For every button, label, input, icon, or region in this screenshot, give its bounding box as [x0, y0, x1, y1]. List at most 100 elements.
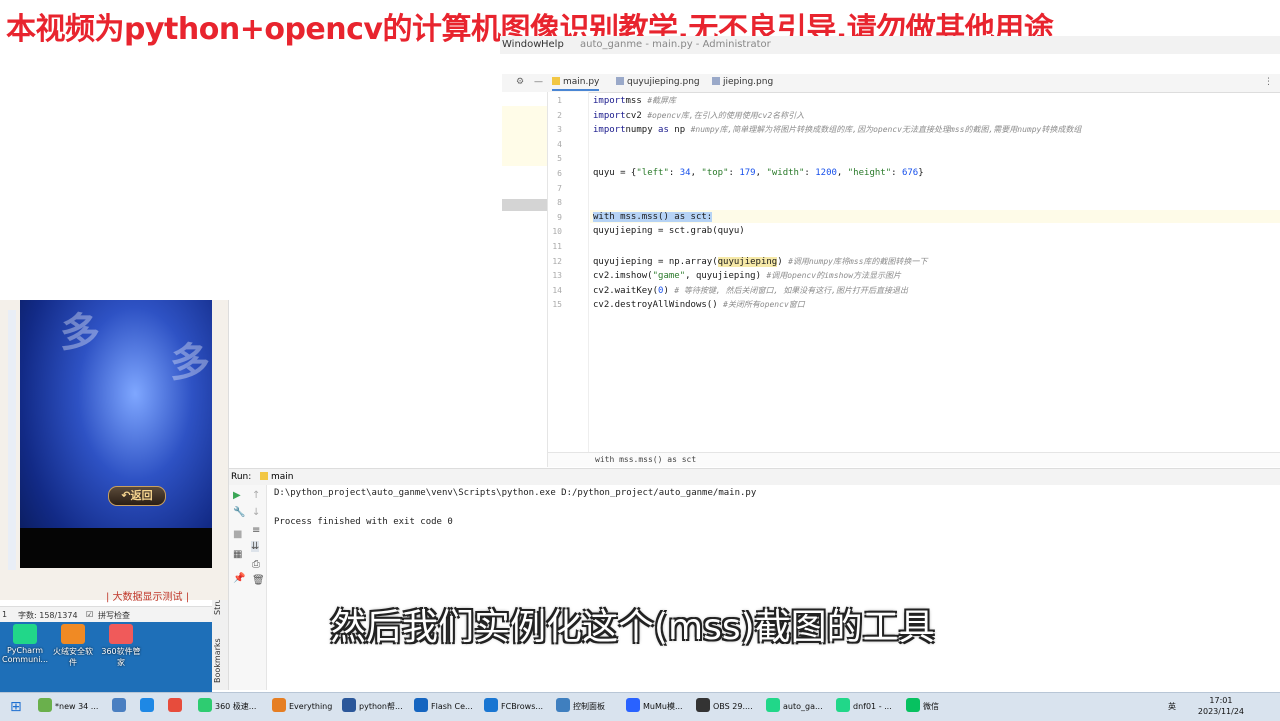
- wrench-icon[interactable]: 🔧: [233, 507, 245, 518]
- scroll-end-icon[interactable]: ⇊: [251, 541, 260, 552]
- run-console[interactable]: [228, 485, 1280, 690]
- menu-window[interactable]: Window: [502, 39, 541, 50]
- windows-start-icon[interactable]: ⊞: [10, 697, 22, 717]
- ide-menubar: Window Help auto_ganme - main.py - Admin…: [500, 36, 1280, 54]
- line-number: 2: [557, 110, 562, 120]
- code-token: import: [593, 125, 626, 136]
- code-line[interactable]: cv2.waitKey(0) # 等待按键, 然后关闭窗口, 如果没有这行,图片…: [593, 285, 908, 296]
- code-token: ): [663, 285, 675, 296]
- tab-main-py[interactable]: main.py: [552, 77, 600, 91]
- return-arrow-icon: ↶: [121, 489, 131, 502]
- code-token: quyu = {: [593, 168, 637, 178]
- run-toolbar-secondary: ↑ ↓ ≡ ⇊ ⎙ 🗑: [248, 485, 267, 690]
- spell-check-icon[interactable]: ☑: [86, 610, 93, 619]
- line-number: 12: [552, 256, 562, 266]
- code-token: quyujieping: [717, 256, 778, 267]
- system-clock[interactable]: 17:01 2023/11/24: [1198, 695, 1244, 717]
- code-comment: #numpy库,简单理解为将图片转换成数组的库,因为opencv无法直接处理ms…: [690, 125, 1082, 135]
- app-icon: [342, 698, 356, 712]
- taskbar-app[interactable]: *new 34 ...: [38, 697, 98, 717]
- print-icon[interactable]: ⎙: [252, 559, 260, 570]
- window-edge: [8, 310, 16, 570]
- code-line[interactable]: cv2.destroyAllWindows() #关闭所有opencv窗口: [593, 299, 805, 310]
- code-token: 179: [739, 168, 756, 178]
- layout-icon[interactable]: ▦: [233, 549, 242, 560]
- game-watermark: 多: [170, 340, 210, 386]
- taskbar-app-label: FCBrows...: [501, 702, 544, 711]
- desktop-icon[interactable]: 360软件管家: [98, 624, 144, 668]
- more-tabs-icon[interactable]: ⋮: [1264, 77, 1273, 87]
- python-file-icon: [552, 77, 560, 85]
- taskbar-app[interactable]: [140, 697, 157, 717]
- game-return-button[interactable]: ↶返回: [108, 486, 166, 506]
- stop-icon[interactable]: ■: [233, 529, 242, 540]
- tab-quyujieping-png[interactable]: quyujieping.png: [616, 77, 700, 87]
- app-icon: [13, 624, 37, 644]
- gear-icon[interactable]: ⚙: [516, 77, 524, 87]
- tab-jieping-png[interactable]: jieping.png: [712, 77, 773, 87]
- taskbar-app-label: Flash Ce...: [431, 702, 473, 711]
- taskbar-app[interactable]: python帮...: [342, 697, 403, 717]
- arrow-down-icon[interactable]: ↓: [252, 507, 260, 518]
- taskbar-app[interactable]: 360 极速...: [198, 697, 256, 717]
- taskbar-app[interactable]: auto_ga...: [766, 697, 823, 717]
- taskbar-app-label: OBS 29....: [713, 702, 753, 711]
- taskbar-app[interactable]: 控制面板: [556, 697, 605, 717]
- minimize-panel-icon[interactable]: —: [534, 77, 543, 87]
- code-token: cv2.waitKey(: [593, 285, 659, 296]
- arrow-up-icon[interactable]: ↑: [252, 490, 260, 501]
- code-line[interactable]: quyu = {"left": 34, "top": 179, "width":…: [593, 168, 924, 178]
- desktop-icon[interactable]: 火绒安全软件: [50, 624, 96, 668]
- code-token: np: [668, 125, 691, 136]
- taskbar-app-label: 360 极速...: [215, 702, 257, 711]
- word-status-bar: 1 字数: 158/1374 ☑ 拼写检查: [0, 606, 212, 623]
- code-line[interactable]: cv2.imshow("game", quyujieping) #调用openc…: [593, 270, 901, 281]
- line-number: 3: [557, 125, 562, 135]
- app-icon: [766, 698, 780, 712]
- tab-bookmarks[interactable]: Bookmarks: [213, 638, 222, 683]
- code-line[interactable]: quyujieping = np.array(quyujieping) #调用n…: [593, 256, 927, 267]
- taskbar-app[interactable]: MuMu模...: [626, 697, 683, 717]
- soft-wrap-icon[interactable]: ≡: [252, 525, 260, 536]
- pin-icon[interactable]: 📌: [233, 573, 245, 584]
- image-file-icon: [616, 77, 624, 85]
- code-token: 34: [679, 168, 691, 178]
- trash-icon[interactable]: 🗑: [252, 575, 265, 586]
- code-token: with mss.mss() as sct:: [593, 211, 713, 222]
- code-token: :: [668, 168, 680, 178]
- app-icon: [140, 698, 154, 712]
- code-line[interactable]: importcv2 #opencv库,在引入的使用使用cv2名称引入: [593, 110, 804, 121]
- code-token: import: [593, 110, 626, 121]
- taskbar-app-label: 微信: [923, 702, 939, 711]
- run-config-tab[interactable]: main: [260, 472, 294, 482]
- code-line[interactable]: quyujieping = sct.grab(quyu): [593, 226, 745, 236]
- taskbar-app[interactable]: OBS 29....: [696, 697, 753, 717]
- code-line[interactable]: importmss #截屏库: [593, 95, 676, 106]
- taskbar-app[interactable]: Everything: [272, 697, 332, 717]
- ime-indicator[interactable]: 英: [1168, 697, 1176, 717]
- spell-check[interactable]: 拼写检查: [98, 610, 130, 621]
- taskbar-app[interactable]: [168, 697, 185, 717]
- taskbar-app[interactable]: dnf01 - ...: [836, 697, 892, 717]
- sidebar-highlight: [502, 106, 547, 166]
- line-number: 8: [557, 198, 562, 208]
- taskbar-app[interactable]: 微信: [906, 697, 939, 717]
- taskbar-app[interactable]: FCBrows...: [484, 697, 543, 717]
- menu-help[interactable]: Help: [541, 39, 564, 50]
- code-comment: # 等待按键, 然后关闭窗口, 如果没有这行,图片打开后直接退出: [674, 285, 909, 295]
- word-count[interactable]: 字数: 158/1374: [18, 610, 78, 621]
- game-watermark: 多: [60, 310, 100, 356]
- console-line: D:\python_project\auto_ganme\venv\Script…: [274, 488, 757, 498]
- taskbar-app[interactable]: Flash Ce...: [414, 697, 473, 717]
- code-token: 676: [901, 168, 919, 178]
- desktop-icon[interactable]: PyCharm Communi...: [2, 624, 48, 664]
- run-panel-header: Run: main: [228, 468, 1280, 485]
- line-number: 4: [557, 139, 562, 149]
- play-icon[interactable]: ▶: [233, 490, 241, 501]
- taskbar-app[interactable]: [112, 697, 129, 717]
- code-line[interactable]: importnumpy as np #numpy库,简单理解为将图片转换成数组的…: [593, 124, 1081, 135]
- code-line[interactable]: with mss.mss() as sct:: [593, 211, 713, 222]
- app-icon: [168, 698, 182, 712]
- code-token: :: [728, 168, 740, 178]
- editor-breadcrumb[interactable]: with mss.mss() as sct: [548, 452, 1280, 467]
